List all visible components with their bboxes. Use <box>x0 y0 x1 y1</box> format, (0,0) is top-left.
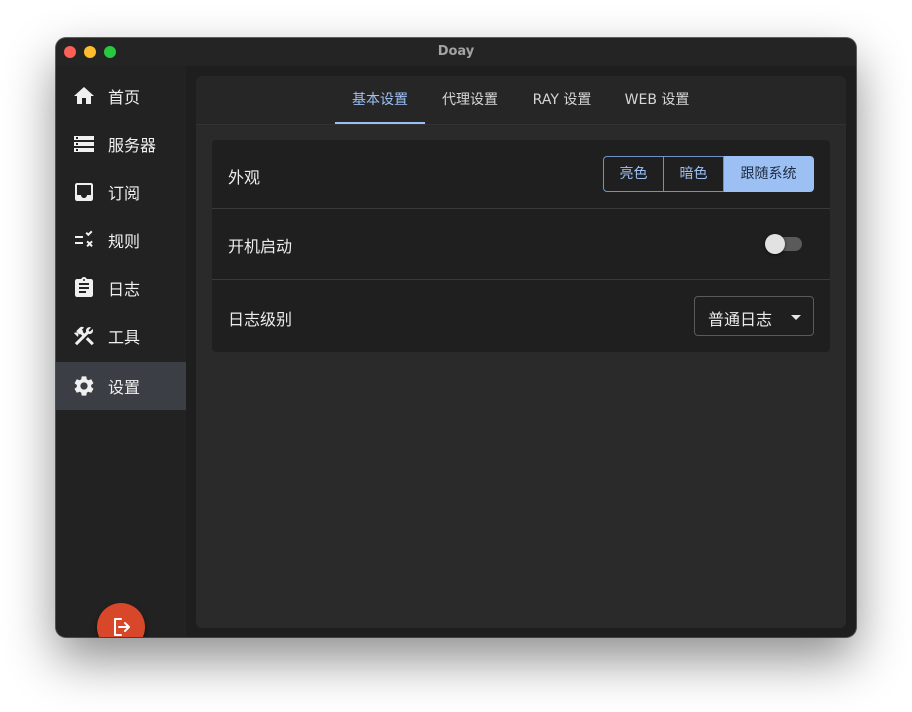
title-bar: Doay <box>56 38 856 66</box>
settings-tabs: 基本设置 代理设置 RAY 设置 WEB 设置 <box>196 76 846 125</box>
tab-basic-settings[interactable]: 基本设置 <box>335 76 425 124</box>
logout-icon <box>109 615 133 637</box>
log-level-label: 日志级别 <box>228 310 293 329</box>
window-title: Doay <box>437 44 475 59</box>
sidebar-item-servers[interactable]: 服务器 <box>56 120 186 168</box>
sidebar-item-logs[interactable]: 日志 <box>56 264 186 312</box>
exit-button[interactable] <box>97 603 145 637</box>
appearance-system-button[interactable]: 跟随系统 <box>724 156 814 192</box>
sidebar-item-rules[interactable]: 规则 <box>56 216 186 264</box>
autostart-row: 开机启动 <box>212 209 830 279</box>
appearance-light-button[interactable]: 亮色 <box>603 156 664 192</box>
settings-card: 外观 亮色 暗色 跟随系统 开机启动 日志级别 普通日志 <box>212 140 830 352</box>
log-level-select-value: 普通日志 <box>708 310 773 329</box>
sidebar-item-home[interactable]: 首页 <box>56 72 186 120</box>
gear-icon <box>72 374 96 398</box>
log-level-select[interactable]: 普通日志 <box>694 296 814 336</box>
settings-panel: 基本设置 代理设置 RAY 设置 WEB 设置 外观 亮色 暗色 跟随系统 开机… <box>196 76 846 628</box>
sidebar-item-settings[interactable]: 设置 <box>56 362 186 410</box>
sidebar-item-label: 设置 <box>108 378 141 397</box>
sidebar-item-label: 工具 <box>108 328 141 347</box>
sidebar-item-label: 订阅 <box>108 184 141 203</box>
chevron-down-icon <box>791 315 801 320</box>
appearance-toggle-group: 亮色 暗色 跟随系统 <box>603 156 814 192</box>
tab-web-settings[interactable]: WEB 设置 <box>609 76 705 124</box>
sidebar: 首页 服务器 订阅 规则 日志 工具 设置 <box>56 66 186 637</box>
sidebar-item-label: 服务器 <box>108 136 157 155</box>
autostart-label: 开机启动 <box>228 237 293 256</box>
sidebar-item-subscriptions[interactable]: 订阅 <box>56 168 186 216</box>
sidebar-item-label: 日志 <box>108 280 141 299</box>
tools-icon <box>72 324 96 348</box>
appearance-row: 外观 亮色 暗色 跟随系统 <box>212 140 830 208</box>
server-list-icon <box>72 132 96 156</box>
clipboard-icon <box>72 276 96 300</box>
appearance-dark-button[interactable]: 暗色 <box>664 156 724 192</box>
inbox-icon <box>72 180 96 204</box>
appearance-label: 外观 <box>228 168 261 187</box>
sidebar-item-label: 首页 <box>108 88 141 107</box>
tab-ray-settings[interactable]: RAY 设置 <box>515 76 609 124</box>
sidebar-item-label: 规则 <box>108 232 141 251</box>
autostart-switch-thumb[interactable] <box>765 234 785 254</box>
app-window: Doay 首页 服务器 订阅 规则 日志 工具 设置 基本设置 代理设置 RAY… <box>56 38 856 637</box>
home-icon <box>72 84 96 108</box>
sidebar-item-tools[interactable]: 工具 <box>56 312 186 360</box>
active-tab-indicator <box>335 122 425 124</box>
tab-proxy-settings[interactable]: 代理设置 <box>425 76 515 124</box>
rules-checklist-icon <box>72 228 96 252</box>
